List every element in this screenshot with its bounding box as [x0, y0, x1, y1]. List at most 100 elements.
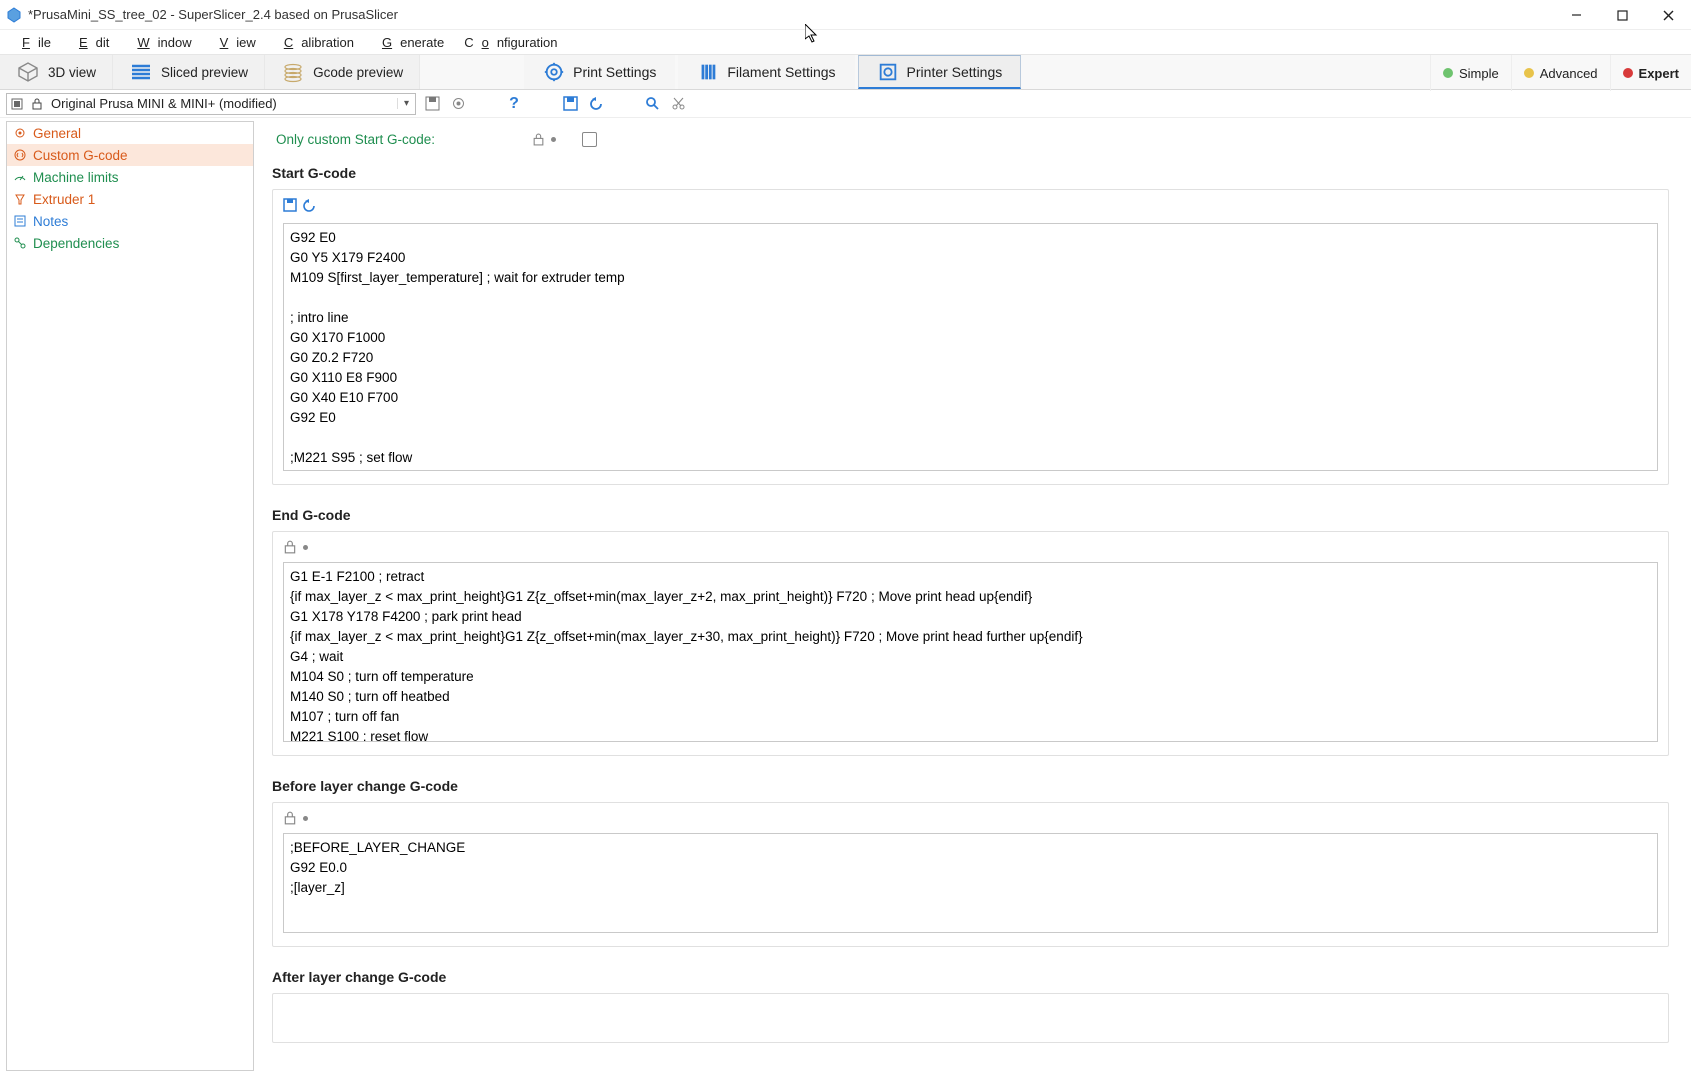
sidebar-item-notes[interactable]: Notes [7, 210, 253, 232]
sidebar-item-label: Dependencies [33, 236, 119, 251]
lock-indicator[interactable] [283, 540, 308, 554]
dot-icon [1623, 68, 1633, 78]
floppy-blue-icon [563, 96, 578, 111]
menu-file[interactable]: File [6, 33, 59, 52]
section-header: After layer change G-code [272, 965, 1669, 993]
lock-icon [31, 98, 43, 110]
printer-preset-combo[interactable]: Original Prusa MINI & MINI+ (modified) ▾ [6, 93, 416, 115]
settings-tree: General Custom G-code Machine limits Ext… [6, 121, 254, 1071]
revert-field-button[interactable] [303, 198, 317, 215]
cut-button[interactable] [668, 94, 688, 114]
bullet-icon [551, 137, 556, 142]
scissors-icon [671, 96, 686, 111]
stack-icon [281, 60, 305, 84]
funnel-icon [13, 192, 27, 206]
tab-label: Printer Settings [907, 64, 1003, 80]
end-gcode-textarea[interactable] [283, 562, 1658, 742]
section-after-layer-change: After layer change G-code [272, 965, 1669, 1043]
note-icon [13, 214, 27, 228]
tab-filament-settings[interactable]: Filament Settings [678, 55, 854, 89]
code-icon [13, 148, 27, 162]
menu-window[interactable]: Window [121, 33, 199, 52]
close-button[interactable] [1645, 0, 1691, 30]
sidebar-item-general[interactable]: General [7, 122, 253, 144]
undo-icon [589, 96, 604, 111]
preset-bar: Original Prusa MINI & MINI+ (modified) ▾… [0, 90, 1691, 118]
app-icon [6, 7, 22, 23]
title-bar: *PrusaMini_SS_tree_02 - SuperSlicer_2.4 … [0, 0, 1691, 30]
layers-icon [129, 60, 153, 84]
dot-icon [1443, 68, 1453, 78]
lock-indicator[interactable] [283, 811, 308, 825]
only-custom-checkbox[interactable] [582, 132, 597, 147]
tab-gcode-preview[interactable]: Gcode preview [265, 55, 420, 89]
section-before-layer-change: Before layer change G-code [272, 774, 1669, 947]
gear-icon [13, 126, 27, 140]
section-header: Start G-code [272, 161, 1669, 189]
dot-icon [1524, 68, 1534, 78]
save-preset-button[interactable] [422, 94, 442, 114]
section-end-gcode: End G-code [272, 503, 1669, 756]
section-start-gcode: Start G-code [272, 161, 1669, 485]
help-button[interactable]: ? [504, 94, 524, 114]
menu-view[interactable]: View [204, 33, 264, 52]
sidebar-item-label: Machine limits [33, 170, 119, 185]
lock-icon [283, 540, 297, 554]
sidebar-item-custom-gcode[interactable]: Custom G-code [7, 144, 253, 166]
tab-sliced-preview[interactable]: Sliced preview [113, 55, 265, 89]
sidebar-item-label: General [33, 126, 81, 141]
gear-icon [451, 96, 466, 111]
link-icon [13, 236, 27, 250]
lock-icon [532, 133, 545, 146]
before-layer-gcode-textarea[interactable] [283, 833, 1658, 933]
cube-icon [16, 60, 40, 84]
menu-configuration[interactable]: Configuration [456, 33, 565, 52]
lock-icon [283, 811, 297, 825]
mode-advanced[interactable]: Advanced [1511, 55, 1610, 91]
tab-printer-settings[interactable]: Printer Settings [858, 55, 1022, 89]
menu-edit[interactable]: Edit [63, 33, 117, 52]
mode-expert[interactable]: Expert [1610, 55, 1691, 91]
chevron-down-icon: ▾ [397, 98, 415, 109]
window-controls [1553, 0, 1691, 30]
gear-icon [543, 61, 565, 83]
tab-label: Print Settings [573, 64, 656, 80]
floppy-blue-icon [283, 198, 297, 212]
sidebar-item-dependencies[interactable]: Dependencies [7, 232, 253, 254]
gauge-icon [13, 170, 27, 184]
maximize-button[interactable] [1599, 0, 1645, 30]
mode-simple[interactable]: Simple [1430, 55, 1511, 91]
tab-label: 3D view [48, 65, 96, 80]
section-header: Before layer change G-code [272, 774, 1669, 802]
search-icon [645, 96, 660, 111]
tab-label: Sliced preview [161, 65, 248, 80]
only-custom-row: Only custom Start G-code: [266, 128, 1675, 161]
preset-name: Original Prusa MINI & MINI+ (modified) [47, 96, 397, 111]
sidebar-item-label: Notes [33, 214, 68, 229]
sidebar-item-machine-limits[interactable]: Machine limits [7, 166, 253, 188]
mode-label: Simple [1459, 66, 1499, 81]
start-gcode-textarea[interactable] [283, 223, 1658, 471]
undo-icon [303, 198, 317, 212]
floppy-icon [425, 96, 440, 111]
search-button[interactable] [642, 94, 662, 114]
save-button[interactable] [560, 94, 580, 114]
menu-calibration[interactable]: Calibration [268, 33, 362, 52]
mode-label: Advanced [1540, 66, 1598, 81]
menu-bar: File Edit Window View Calibration Genera… [0, 30, 1691, 54]
mode-label: Expert [1639, 66, 1679, 81]
minimize-button[interactable] [1553, 0, 1599, 30]
window-title: *PrusaMini_SS_tree_02 - SuperSlicer_2.4 … [28, 7, 398, 22]
tab-3d-view[interactable]: 3D view [0, 55, 113, 89]
revert-button[interactable] [586, 94, 606, 114]
settings-content[interactable]: Only custom Start G-code: Start G-code E… [260, 118, 1691, 1077]
menu-generate[interactable]: Generate [366, 33, 452, 52]
tab-print-settings[interactable]: Print Settings [524, 55, 675, 89]
lock-indicator[interactable] [532, 133, 556, 146]
system-preset-icon [11, 98, 23, 110]
save-field-button[interactable] [283, 198, 297, 215]
sidebar-item-extruder-1[interactable]: Extruder 1 [7, 188, 253, 210]
printer-icon [877, 61, 899, 83]
settings-preset-button[interactable] [448, 94, 468, 114]
sidebar-item-label: Custom G-code [33, 148, 128, 163]
